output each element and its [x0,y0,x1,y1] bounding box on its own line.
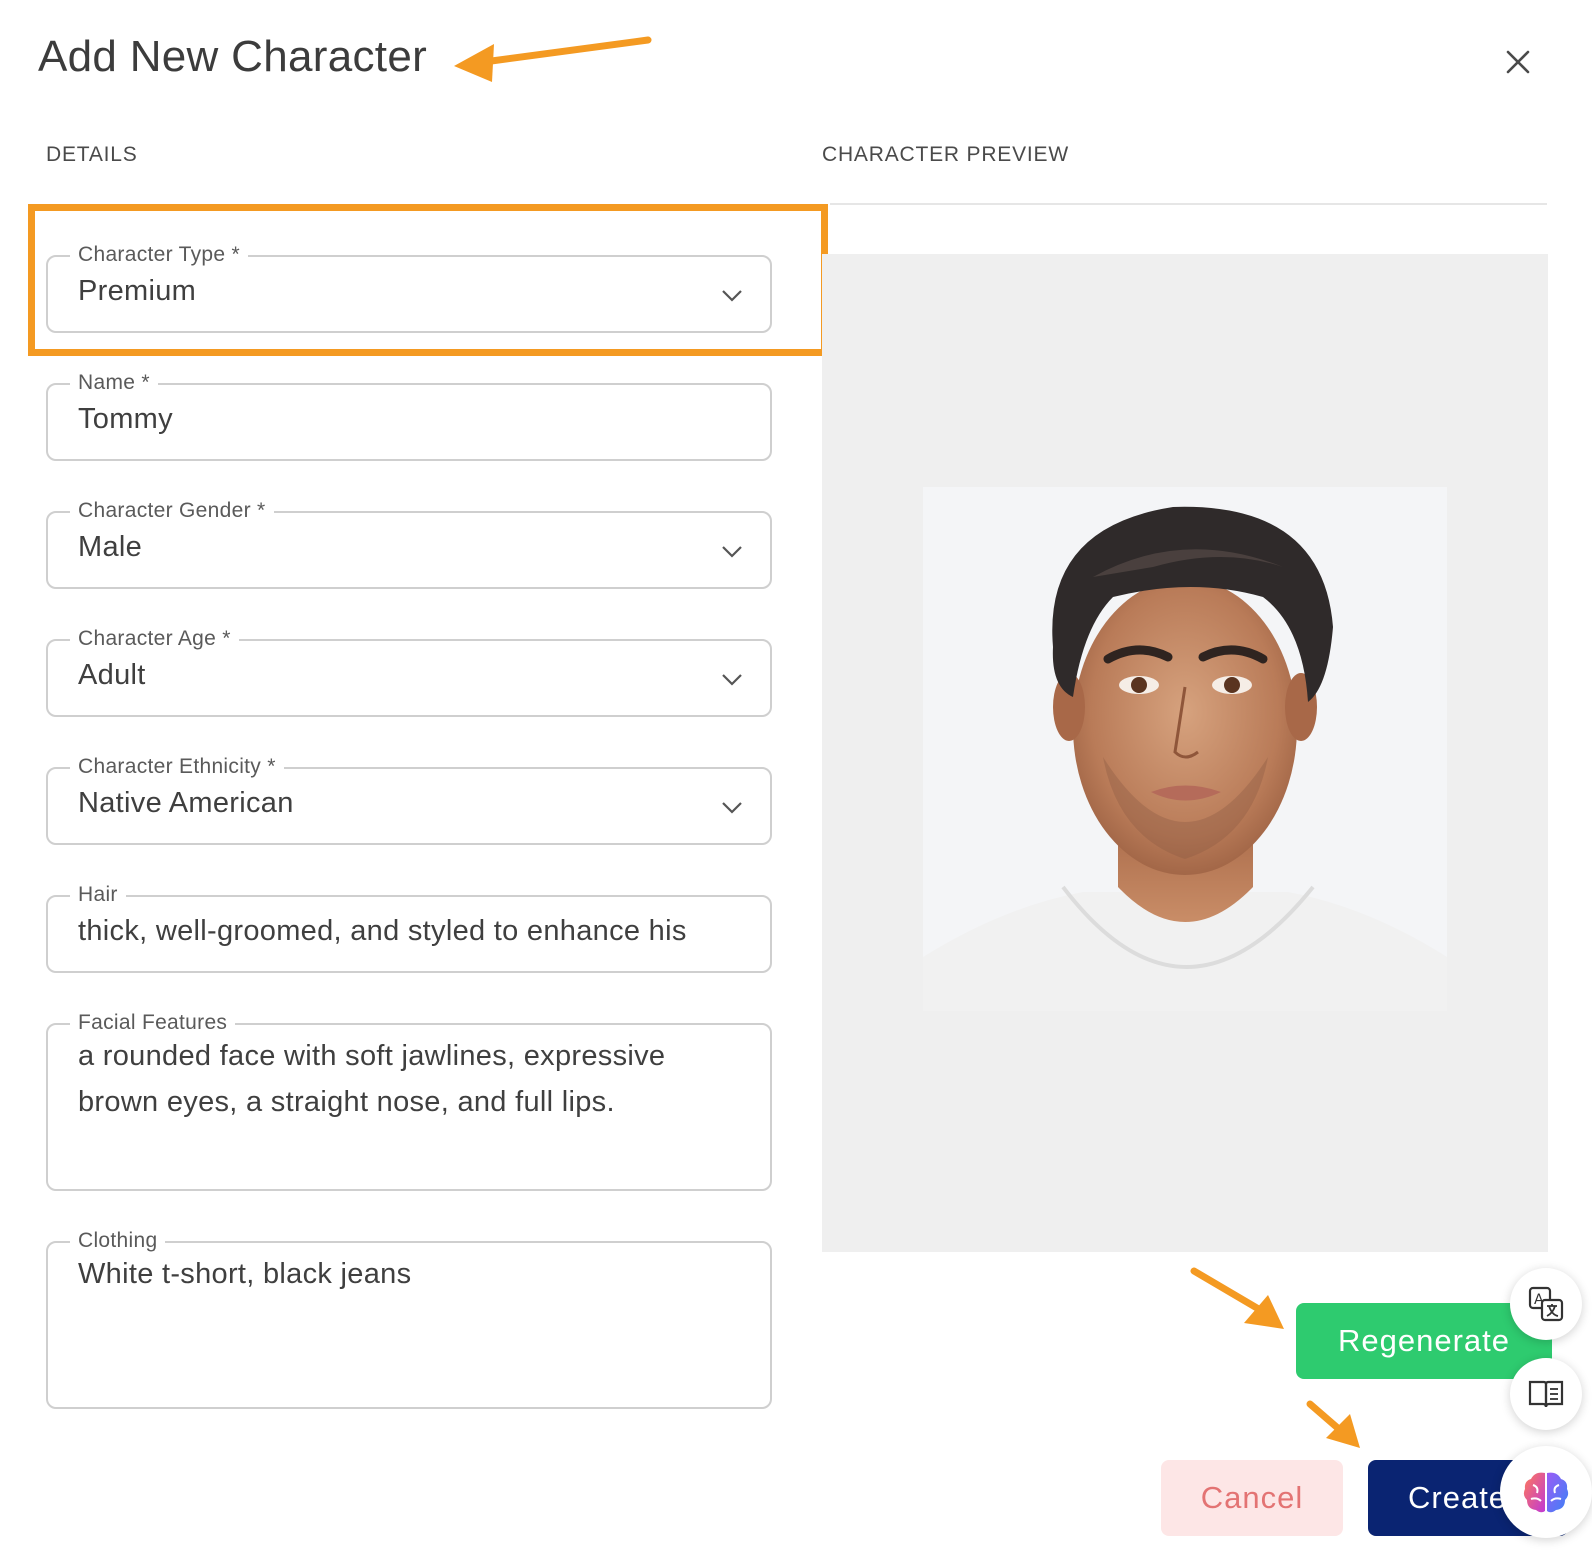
character-age-select[interactable]: Character Age * Adult [46,625,772,717]
annotation-arrow-icon [1306,1400,1360,1448]
character-ethnicity-select[interactable]: Character Ethnicity * Native American [46,753,772,845]
cancel-button[interactable]: Cancel [1161,1460,1343,1536]
name-field[interactable]: Name * Tommy [46,369,772,461]
hair-label: Hair [70,881,126,909]
character-gender-value: Male [78,531,143,563]
close-icon [1506,50,1530,74]
chevron-down-icon [722,674,742,686]
character-ethnicity-label: Character Ethnicity * [70,753,284,781]
hair-value: thick, well-groomed, and styled to enhan… [78,915,687,947]
chevron-down-icon [722,546,742,558]
character-ethnicity-value: Native American [78,787,294,819]
annotation-highlight [28,204,828,356]
translate-button[interactable]: A [1510,1268,1582,1340]
dialog-title: Add New Character [38,32,428,81]
close-button[interactable] [1500,44,1536,80]
brain-icon [1523,1472,1569,1513]
annotation-arrow-icon [1190,1267,1284,1329]
portrait-illustration [923,487,1447,1011]
character-age-label: Character Age * [70,625,239,653]
clothing-textarea[interactable]: Clothing White t-short, black jeans [46,1227,772,1409]
chevron-down-icon [722,802,742,814]
facial-features-value: a rounded face with soft jawlines, expre… [78,1040,666,1118]
character-gender-label: Character Gender * [70,497,274,525]
translate-icon: A [1528,1286,1564,1322]
clothing-value: White t-short, black jeans [78,1258,412,1290]
book-icon [1528,1380,1564,1408]
character-portrait [923,487,1447,1011]
details-section-label: DETAILS [46,143,138,166]
character-gender-select[interactable]: Character Gender * Male [46,497,772,589]
annotation-arrow-icon [454,36,652,82]
preview-section-label: CHARACTER PREVIEW [822,143,1069,166]
hair-field[interactable]: Hair thick, well-groomed, and styled to … [46,881,772,973]
name-label: Name * [70,369,158,397]
facial-features-textarea[interactable]: Facial Features a rounded face with soft… [46,1009,772,1191]
reader-button[interactable] [1510,1358,1582,1430]
character-age-value: Adult [78,659,146,691]
ai-assistant-button[interactable] [1500,1446,1592,1538]
name-value: Tommy [78,403,173,435]
section-divider [830,203,1547,205]
